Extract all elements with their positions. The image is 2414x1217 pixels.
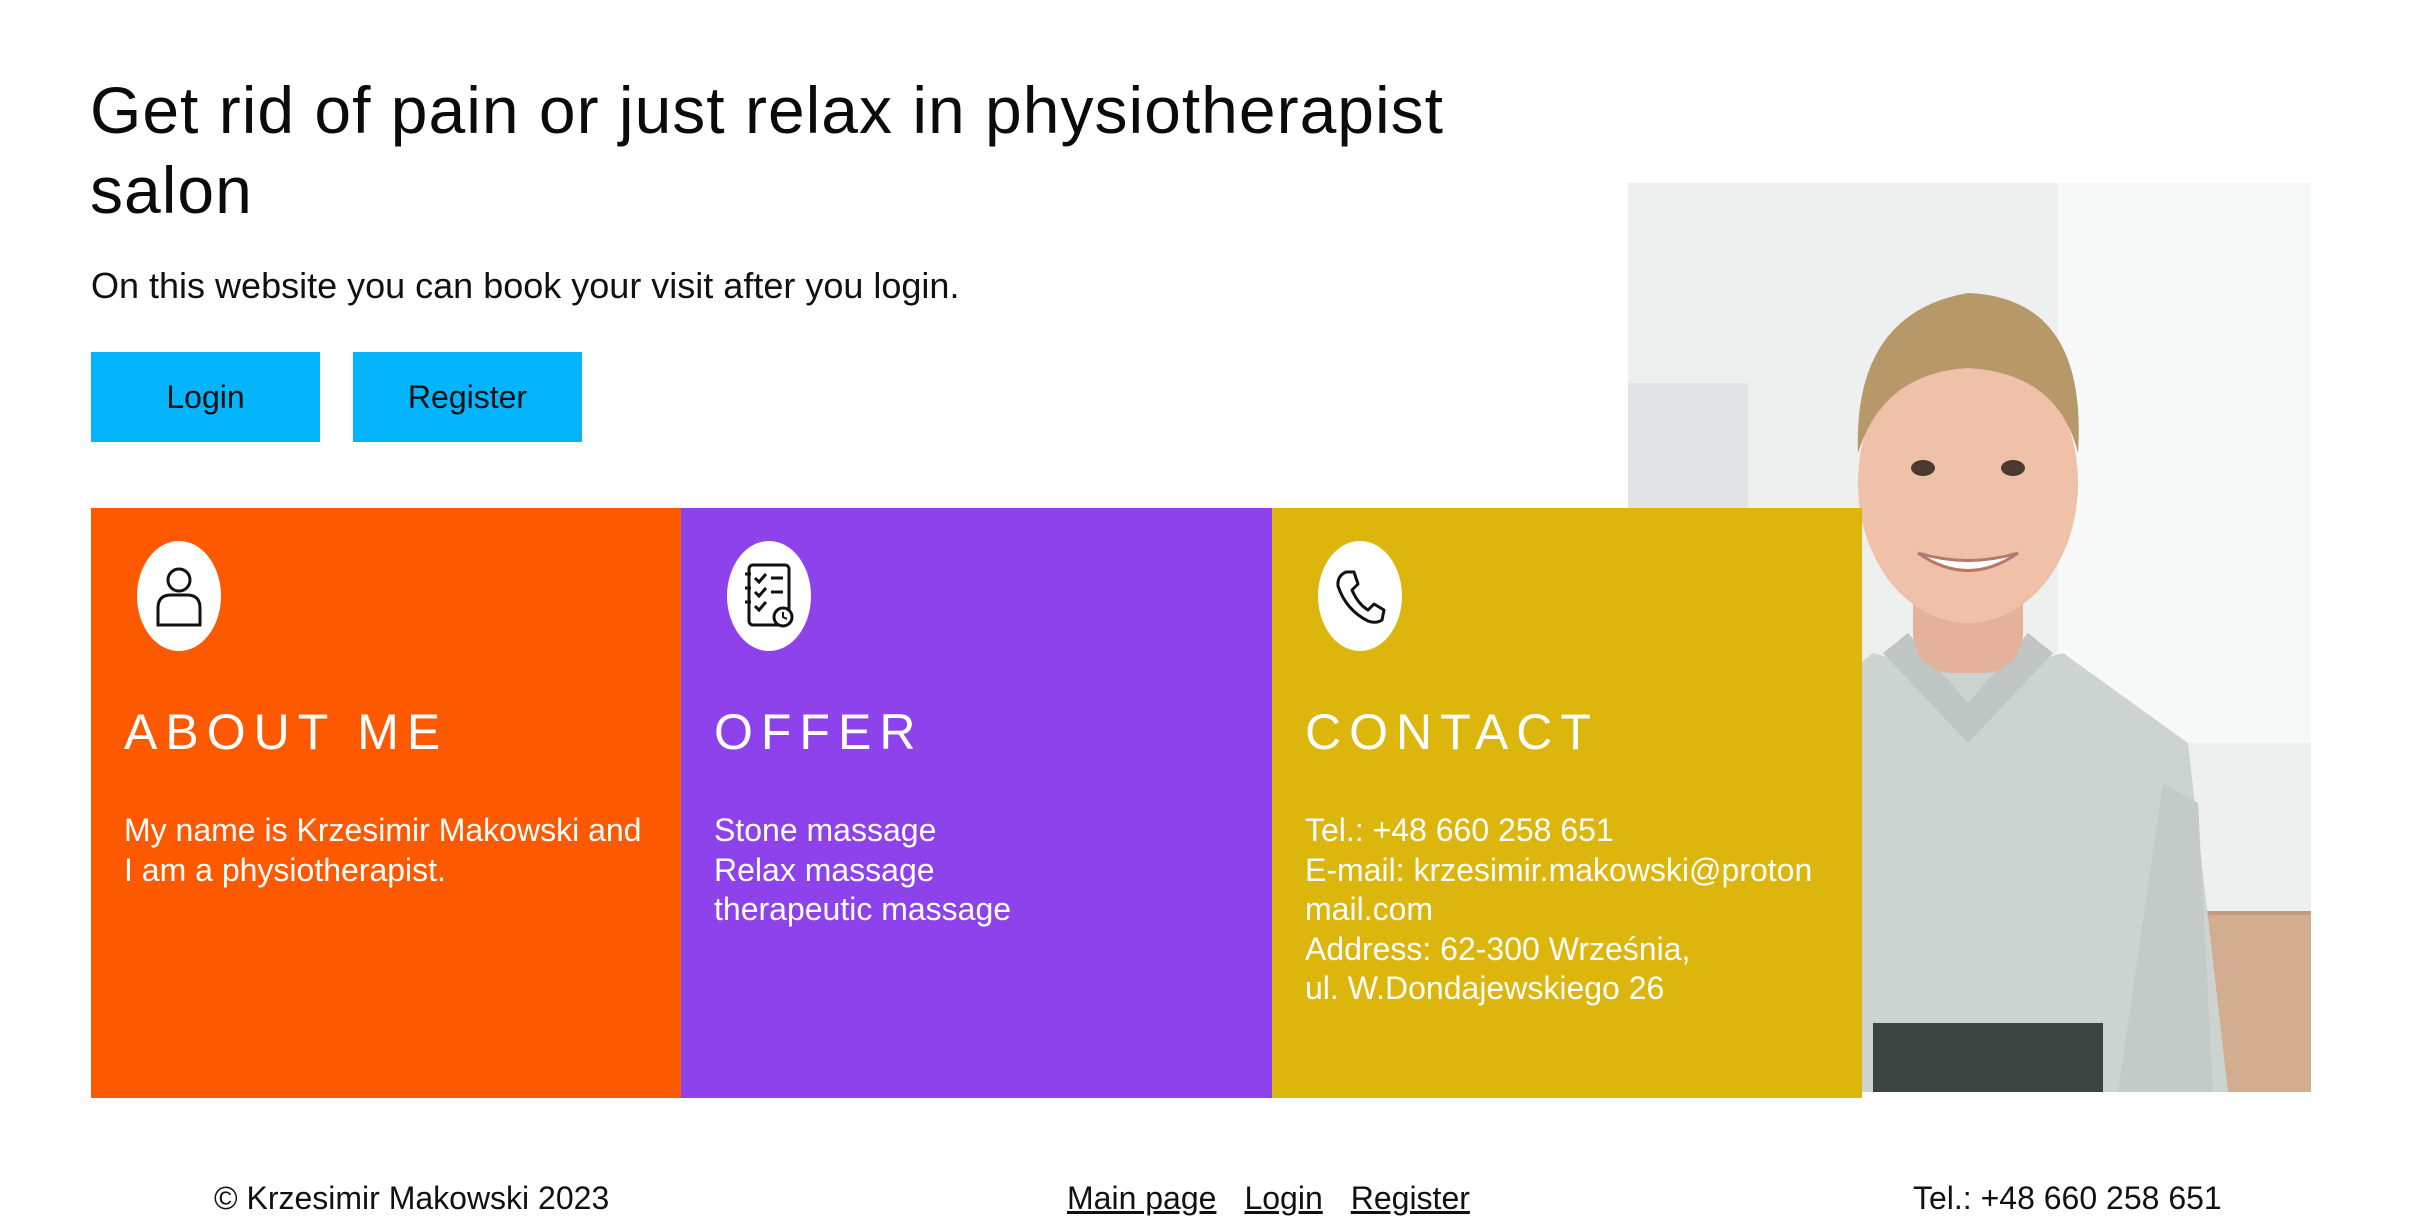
login-button[interactable]: Login <box>91 352 320 442</box>
phone-icon <box>1318 541 1402 651</box>
footer-copyright: © Krzesimir Makowski 2023 <box>214 1180 610 1216</box>
contact-address-line: Address: 62-300 Września, <box>1305 930 1691 967</box>
footer-link-login[interactable]: Login <box>1244 1180 1322 1217</box>
about-me-line: My name is Krzesimir Makowski and I am a… <box>124 812 642 888</box>
person-icon <box>137 541 221 651</box>
about-me-text: My name is Krzesimir Makowski and I am a… <box>124 811 644 890</box>
about-me-title: ABOUT ME <box>124 704 449 760</box>
contact-details: Tel.: +48 660 258 651 E-mail: krzesimir.… <box>1305 811 1825 1009</box>
offer-item: Stone massage <box>714 812 937 848</box>
footer-link-main-page[interactable]: Main page <box>1067 1180 1216 1217</box>
page-subtitle: On this website you can book your visit … <box>91 265 960 306</box>
offer-card: OFFER Stone massage Relax massage therap… <box>681 508 1272 1098</box>
about-me-card: ABOUT ME My name is Krzesimir Makowski a… <box>91 508 681 1098</box>
register-button[interactable]: Register <box>353 352 582 442</box>
contact-card: CONTACT Tel.: +48 660 258 651 E-mail: kr… <box>1272 508 1862 1098</box>
page-title: Get rid of pain or just relax in physiot… <box>90 73 1444 227</box>
checklist-icon <box>727 541 811 651</box>
offer-title: OFFER <box>714 704 924 760</box>
offer-item: therapeutic massage <box>714 891 1012 927</box>
footer-phone: Tel.: +48 660 258 651 <box>1913 1180 2222 1216</box>
footer-nav: Main page Login Register <box>1067 1180 1470 1217</box>
offer-item: Relax massage <box>714 851 935 888</box>
info-cards: ABOUT ME My name is Krzesimir Makowski a… <box>91 508 1862 1098</box>
contact-phone: Tel.: +48 660 258 651 <box>1305 812 1614 848</box>
footer-link-register[interactable]: Register <box>1351 1180 1470 1217</box>
contact-address-line: ul. W.Dondajewskiego 26 <box>1305 970 1665 1006</box>
contact-title: CONTACT <box>1305 704 1599 760</box>
contact-email: E-mail: krzesimir.makowski@protonmail.co… <box>1305 851 1813 928</box>
offer-list: Stone massage Relax massage therapeutic … <box>714 811 1234 930</box>
